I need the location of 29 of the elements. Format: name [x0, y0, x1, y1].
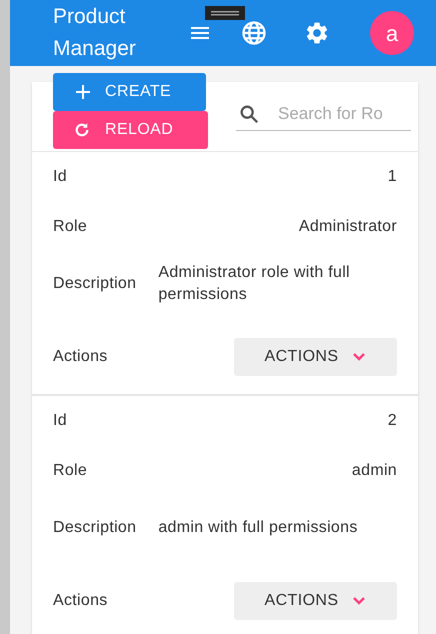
field-value: Administrator — [298, 217, 397, 237]
field-label: Actions — [53, 591, 108, 611]
grip-icon — [205, 6, 245, 20]
field-value: admin with full permissions — [158, 518, 358, 538]
actions-dropdown[interactable]: ACTIONS — [234, 338, 397, 376]
search-icon — [238, 103, 260, 125]
app-title: Product Manager — [53, 4, 137, 62]
field-label: Id — [53, 167, 67, 187]
field-label: Role — [53, 217, 88, 237]
field-label: Id — [53, 411, 67, 431]
settings-icon[interactable] — [304, 20, 330, 46]
field-label: Actions — [53, 347, 108, 367]
field-value: admin — [352, 461, 397, 481]
field-value: 1 — [388, 167, 397, 187]
actions-dropdown[interactable]: ACTIONS — [234, 582, 397, 620]
field-label: Description — [53, 274, 136, 294]
search-field[interactable]: Search for Ro — [236, 97, 411, 131]
field-value: Administrator role with full permissions — [158, 263, 351, 305]
field-label: Description — [53, 518, 136, 538]
avatar[interactable]: a — [370, 11, 414, 55]
refresh-icon — [73, 121, 91, 139]
create-button[interactable]: CREATE — [53, 73, 206, 111]
field-label: Role — [53, 461, 88, 481]
chevron-down-icon — [352, 352, 366, 362]
field-value: 2 — [388, 411, 397, 431]
reload-button[interactable]: RELOAD — [53, 111, 208, 149]
plus-icon — [75, 84, 91, 100]
globe-icon[interactable] — [240, 19, 268, 47]
chevron-down-icon — [352, 596, 366, 606]
